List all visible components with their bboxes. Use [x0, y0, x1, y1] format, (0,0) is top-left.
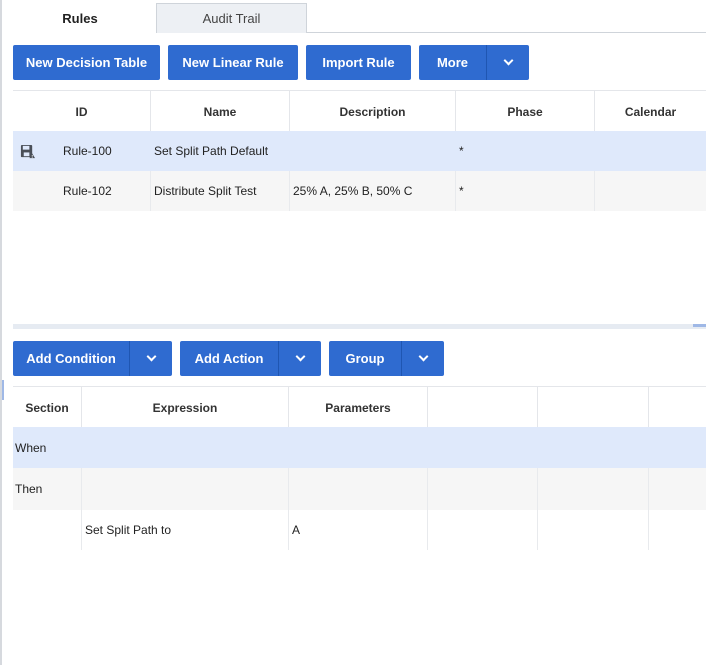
rules-table: ID Name Description Phase Calendar Rule-… [13, 90, 706, 212]
chevron-down-icon [146, 351, 156, 362]
empty-cell [428, 468, 538, 510]
column-header-phase[interactable]: Phase [456, 91, 595, 132]
action-row[interactable]: Set Split Path to A [13, 510, 706, 550]
column-header-id[interactable]: ID [13, 91, 151, 132]
splitter-marker [693, 324, 706, 327]
expression-cell[interactable]: Set Split Path to [82, 510, 289, 550]
rule-id-cell: Rule-102 [13, 171, 151, 211]
left-panel-marker [2, 380, 4, 400]
column-header-parameters[interactable]: Parameters [289, 387, 428, 428]
column-header-description[interactable]: Description [290, 91, 456, 132]
column-header-calendar[interactable]: Calendar [595, 91, 706, 132]
column-header-name[interactable]: Name [151, 91, 290, 132]
group-dropdown-button[interactable] [402, 341, 444, 376]
column-header-empty [649, 387, 706, 428]
rules-table-header: ID Name Description Phase Calendar [13, 90, 706, 132]
tab-audit-trail[interactable]: Audit Trail [156, 3, 307, 33]
table-row[interactable]: Rule-100 Set Split Path Default * [13, 131, 706, 171]
rule-editor-grid: Section Expression Parameters When Then … [13, 386, 706, 550]
empty-cell [649, 468, 706, 510]
rule-calendar-cell [595, 131, 706, 171]
add-condition-button[interactable]: Add Condition [13, 341, 130, 376]
parameters-cell [289, 468, 428, 510]
chevron-down-icon [418, 351, 428, 362]
rule-description-cell [290, 131, 456, 171]
column-header-expression[interactable]: Expression [82, 387, 289, 428]
add-action-split-button: Add Action [180, 341, 321, 376]
rule-name-cell: Distribute Split Test [151, 171, 290, 211]
add-condition-split-button: Add Condition [13, 341, 172, 376]
rule-name-cell: Set Split Path Default [154, 144, 269, 158]
rule-phase-cell: * [459, 144, 464, 158]
import-rule-button[interactable]: Import Rule [306, 45, 411, 80]
rule-editor-header: Section Expression Parameters [13, 386, 706, 428]
empty-cell [538, 468, 649, 510]
empty-cell [538, 510, 649, 550]
new-decision-table-button[interactable]: New Decision Table [13, 45, 160, 80]
table-row[interactable]: Rule-102 Distribute Split Test 25% A, 25… [13, 171, 706, 211]
tab-rules[interactable]: Rules [4, 3, 156, 34]
more-button[interactable]: More [419, 45, 487, 80]
panel-splitter[interactable] [13, 324, 706, 329]
add-action-button[interactable]: Add Action [180, 341, 279, 376]
column-header-empty [538, 387, 649, 428]
section-row-when[interactable]: When [13, 427, 706, 468]
group-split-button: Group [329, 341, 444, 376]
column-header-empty [428, 387, 538, 428]
rule-phase-cell: * [456, 171, 595, 211]
section-row-then[interactable]: Then [13, 468, 706, 510]
left-panel-edge [0, 0, 2, 665]
rule-description-cell: 25% A, 25% B, 50% C [290, 171, 456, 211]
more-dropdown-button[interactable] [487, 45, 529, 80]
add-action-dropdown-button[interactable] [279, 341, 321, 376]
more-split-button: More [419, 45, 529, 80]
parameters-cell[interactable]: A [289, 510, 428, 550]
empty-cell [428, 510, 538, 550]
section-label [13, 510, 82, 550]
expression-cell [82, 468, 289, 510]
rule-id-cell: Rule-100 [63, 144, 112, 158]
empty-cell [649, 510, 706, 550]
rule-calendar-cell [595, 171, 706, 211]
new-linear-rule-button[interactable]: New Linear Rule [168, 45, 298, 80]
tab-bar: Rules Audit Trail [4, 3, 706, 34]
section-label: Then [13, 468, 82, 510]
group-button[interactable]: Group [329, 341, 402, 376]
chevron-down-icon [503, 55, 513, 66]
chevron-down-icon [295, 351, 305, 362]
section-label: When [15, 440, 47, 455]
column-header-section[interactable]: Section [13, 387, 82, 428]
add-condition-dropdown-button[interactable] [130, 341, 172, 376]
